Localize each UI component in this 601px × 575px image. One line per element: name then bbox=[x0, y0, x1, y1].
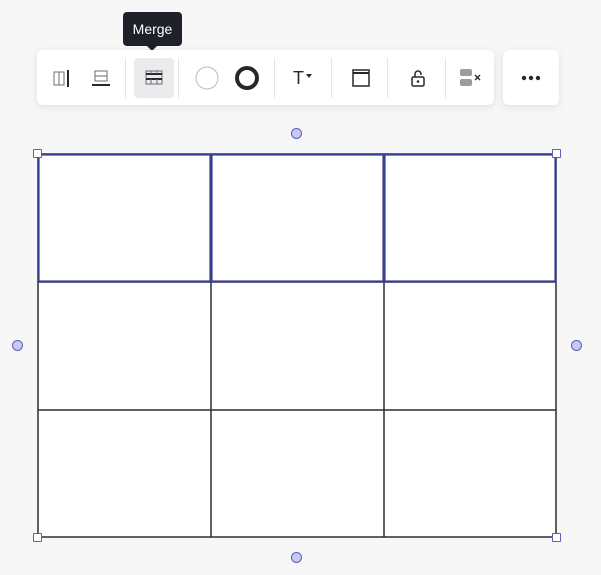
header-toggle-button[interactable] bbox=[341, 58, 381, 98]
resize-handle-bottom-right[interactable] bbox=[552, 533, 561, 542]
toolbar-divider bbox=[274, 58, 275, 98]
merge-tooltip: Merge bbox=[123, 12, 182, 51]
connector-handle-left[interactable] bbox=[12, 340, 23, 351]
table-background bbox=[38, 154, 556, 537]
connector-handle-right[interactable] bbox=[571, 340, 582, 351]
table-element[interactable] bbox=[37, 153, 557, 538]
border-color-button[interactable] bbox=[227, 58, 267, 98]
column-insert-icon bbox=[53, 70, 69, 87]
more-dots-icon bbox=[521, 75, 541, 81]
more-toolbar bbox=[503, 50, 559, 105]
insert-row-button[interactable] bbox=[81, 58, 121, 98]
toolbar-divider bbox=[331, 58, 332, 98]
connector-handle-bottom[interactable] bbox=[291, 552, 302, 563]
table-header-icon bbox=[352, 69, 370, 87]
resize-handle-top-right[interactable] bbox=[552, 149, 561, 158]
toolbar-divider bbox=[387, 58, 388, 98]
toolbar-divider bbox=[125, 58, 126, 98]
caret-down-icon bbox=[306, 74, 312, 78]
table-toolbar: T bbox=[37, 50, 494, 105]
text-format-button[interactable]: T bbox=[283, 58, 323, 98]
fill-color-button[interactable] bbox=[187, 58, 227, 98]
fill-color-circle-icon bbox=[195, 66, 219, 90]
merge-cells-icon bbox=[145, 70, 163, 85]
unlock-icon bbox=[411, 70, 425, 87]
resize-handle-bottom-left[interactable] bbox=[33, 533, 42, 542]
toolbar-divider bbox=[445, 58, 446, 98]
border-color-ring-icon bbox=[235, 66, 259, 90]
connector-handle-top[interactable] bbox=[291, 128, 302, 139]
delete-button[interactable] bbox=[451, 58, 491, 98]
delete-rows-icon bbox=[460, 69, 481, 86]
resize-handle-top-left[interactable] bbox=[33, 149, 42, 158]
toolbar-divider bbox=[178, 58, 179, 98]
merge-cells-button[interactable] bbox=[134, 58, 174, 98]
lock-button[interactable] bbox=[398, 58, 438, 98]
more-options-button[interactable] bbox=[511, 58, 551, 98]
insert-column-button[interactable] bbox=[41, 58, 81, 98]
text-format-label: T bbox=[293, 67, 304, 88]
row-insert-icon bbox=[92, 70, 110, 86]
